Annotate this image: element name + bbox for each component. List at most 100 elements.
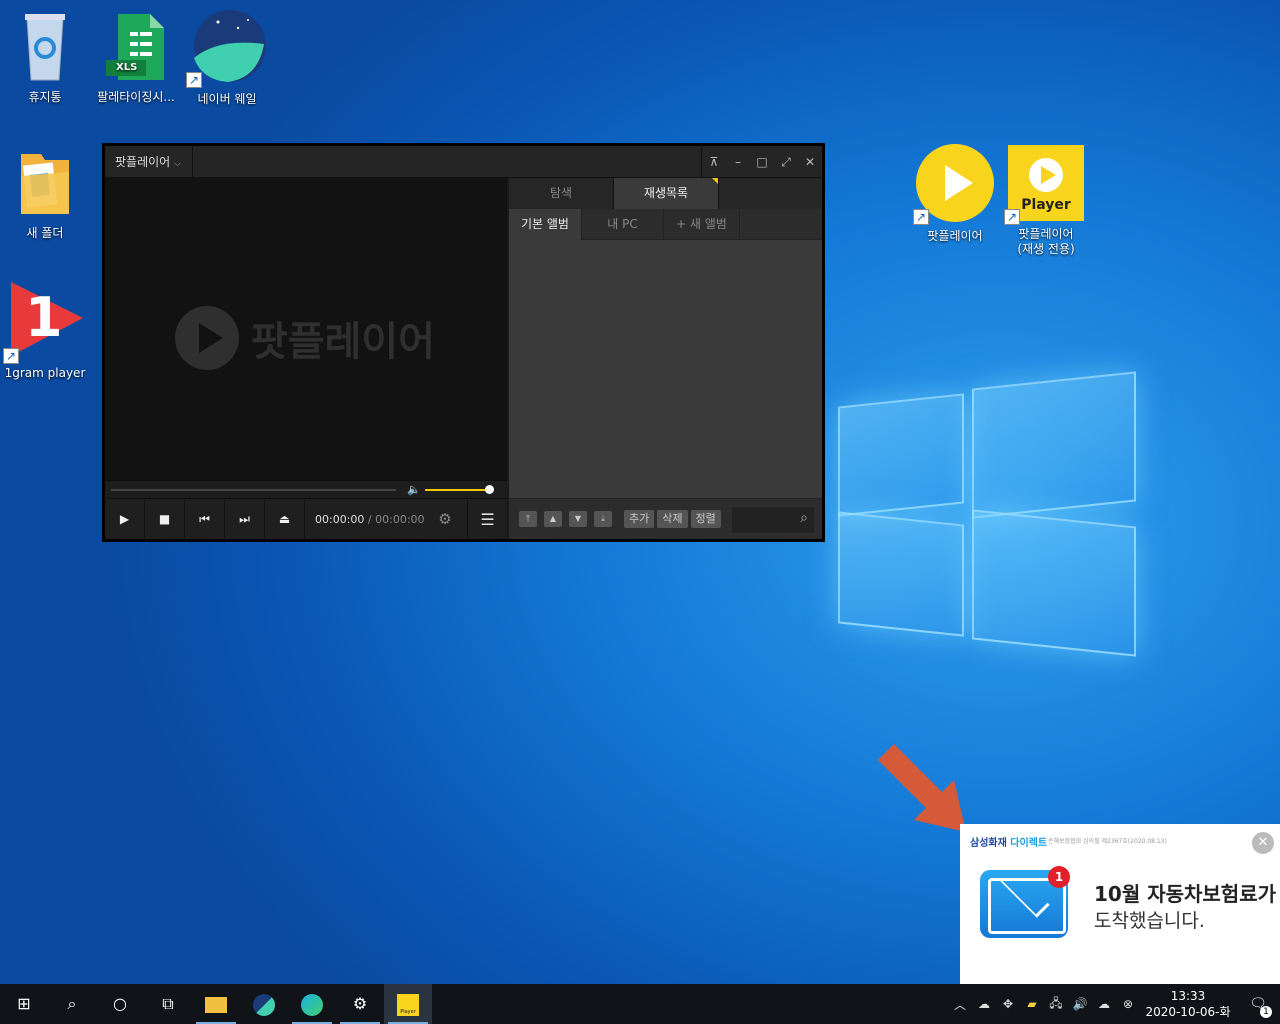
playlist-search-input[interactable]: ⌕: [732, 507, 814, 533]
search-icon[interactable]: ⌕: [48, 984, 96, 1024]
desktop-icon-xls-file[interactable]: XLS 팔레타이징시...: [88, 10, 184, 105]
play-icon[interactable]: ▶: [105, 498, 145, 540]
cloud-upload-icon[interactable]: ☁: [1092, 997, 1116, 1011]
time-total: 00:00:00: [375, 512, 425, 526]
cortana-icon[interactable]: ○: [96, 984, 144, 1024]
notification-brand: 삼성화재 다이렉트: [970, 838, 1048, 849]
time-separator: /: [367, 512, 372, 526]
move-bottom-icon[interactable]: ⤓: [594, 511, 612, 527]
file-explorer-icon[interactable]: [192, 984, 240, 1024]
seek-bar[interactable]: [111, 489, 396, 491]
desktop-icon-label: 휴지통: [28, 90, 62, 104]
control-bar: ▶ ■ ⏮ ⏭ ⏏ 00:00:00 / 00:00:00 ⚙ ☰: [105, 498, 507, 540]
network-icon[interactable]: 🖧: [1044, 994, 1068, 1015]
sticky-notes-icon[interactable]: ▰: [1020, 997, 1044, 1011]
time-current: 00:00:00: [315, 512, 365, 526]
tab-my-pc[interactable]: 내 PC: [582, 209, 664, 240]
stop-icon[interactable]: ■: [145, 498, 185, 540]
potplayer-window: 팟플레이어 ⌵ ⊼ – □ ⤢ ✕ 팟플레이어 🔈 ▶ ■ ⏮ ⏭ ⏏ 00:0…: [102, 143, 825, 542]
album-tabs: 기본 앨범 내 PC + 새 앨범: [509, 209, 822, 240]
chevron-down-icon: ⌵: [174, 158, 181, 169]
pin-icon[interactable]: ⊼: [702, 146, 726, 178]
add-button[interactable]: 추가: [624, 510, 655, 528]
previous-icon[interactable]: ⏮: [185, 498, 225, 540]
settings-gear-icon[interactable]: ⚙: [336, 984, 384, 1024]
notification-fine-print: 손해보험협회 심의필 제2367호(2020.08.13): [1048, 838, 1167, 845]
watermark-text: 팟플레이어: [251, 319, 435, 365]
delete-button[interactable]: 삭제: [657, 510, 688, 528]
desktop-icon-label: 팟플레이어: [927, 229, 983, 243]
clock[interactable]: 13:33 2020-10-06-화: [1140, 988, 1236, 1020]
xls-badge: XLS: [116, 62, 138, 73]
eject-icon[interactable]: ⏏: [265, 498, 305, 540]
volume-slider[interactable]: [425, 489, 489, 491]
close-icon[interactable]: ✕: [1252, 832, 1274, 854]
tab-explore[interactable]: 탐색: [509, 178, 614, 209]
app-name: 팟플레이어: [115, 154, 171, 169]
tab-basic-album[interactable]: 기본 앨범: [509, 209, 582, 240]
app-menu-button[interactable]: 팟플레이어 ⌵: [105, 145, 193, 178]
title-bar: 팟플레이어 ⌵ ⊼ – □ ⤢ ✕: [105, 145, 822, 178]
tab-new-album[interactable]: + 새 앨범: [664, 209, 740, 240]
tab-playlist[interactable]: 재생목록: [614, 178, 719, 209]
windows-logo-wallpaper: [838, 360, 1138, 665]
playlist-panel: 탐색 재생목록 기본 앨범 내 PC + 새 앨범 ⤒ ▲ ▼ ⤓ 추가 삭제 …: [509, 178, 822, 539]
clock-date: 2020-10-06-화: [1145, 1005, 1231, 1019]
desktop-icon-recycle-bin[interactable]: 휴지통: [0, 8, 93, 105]
pointer-arrow-icon: [878, 744, 966, 832]
move-down-icon[interactable]: ▼: [569, 511, 587, 527]
time-display: 00:00:00 / 00:00:00: [315, 513, 425, 526]
clock-time: 13:33: [1170, 989, 1206, 1003]
desktop-icon-label: 1gram player: [4, 366, 86, 380]
task-view-icon[interactable]: ⧉: [144, 984, 192, 1024]
mail-badge: 1: [1048, 866, 1070, 888]
taskbar: ⊞ ⌕ ○ ⧉ ⚙ Player ︿ ☁ ✥ ▰ 🖧 🔊 ☁ ⊗ 13:33 2…: [0, 984, 1280, 1024]
taskbar-player-label: Player: [400, 1008, 416, 1015]
chevron-up-icon[interactable]: ︿: [948, 996, 972, 1013]
shortcut-arrow-icon: ↗: [186, 72, 202, 88]
notification-line1: 10월 자동차보험료가: [1094, 882, 1276, 906]
search-icon[interactable]: ⌕: [800, 510, 808, 526]
maximize-icon[interactable]: □: [750, 146, 774, 178]
playlist-toolbar: ⤒ ▲ ▼ ⤓ 추가 삭제 정렬 ⌕: [509, 498, 822, 539]
desktop-icon-label: 팟플레이어 (재생 전용): [1017, 227, 1075, 256]
volume-icon[interactable]: 🔈: [407, 483, 421, 496]
play-circle-icon: [175, 306, 239, 370]
fullscreen-icon[interactable]: ⤢: [774, 146, 798, 178]
windows-start-icon[interactable]: ⊞: [0, 984, 48, 1024]
menu-icon[interactable]: ☰: [467, 499, 507, 540]
naver-whale-taskbar-icon[interactable]: [240, 984, 288, 1024]
desktop-icon-potplayer-play-only[interactable]: Player ↗ 팟플레이어 (재생 전용): [998, 143, 1094, 257]
speaker-icon[interactable]: 🔊: [1068, 997, 1092, 1011]
next-icon[interactable]: ⏭: [225, 498, 265, 540]
gear-icon[interactable]: ⚙: [433, 499, 457, 540]
shortcut-arrow-icon: ↗: [913, 209, 929, 225]
action-center-icon[interactable]: 🗨 1: [1236, 996, 1280, 1018]
shortcut-arrow-icon: ↗: [3, 348, 19, 364]
close-icon[interactable]: ✕: [798, 146, 822, 178]
desktop-icon-label: 새 폴더: [26, 226, 64, 240]
desktop-icon-label: 팔레타이징시...: [97, 90, 175, 104]
circle-x-icon[interactable]: ⊗: [1116, 997, 1140, 1011]
action-center-count: 1: [1260, 1006, 1272, 1018]
desktop-icon-label: 네이버 웨일: [197, 92, 257, 106]
video-area[interactable]: 팟플레이어: [105, 178, 507, 480]
move-up-icon[interactable]: ▲: [544, 511, 562, 527]
desktop-icon-potplayer[interactable]: ↗ 팟플레이어: [907, 143, 1003, 244]
edge-icon[interactable]: [288, 984, 336, 1024]
desktop-icon-1gram-player[interactable]: 1 ↗ 1gram player: [0, 278, 93, 380]
minimize-icon[interactable]: –: [726, 146, 750, 178]
volume-knob[interactable]: [485, 485, 494, 494]
sort-button[interactable]: 정렬: [690, 510, 721, 528]
move-top-icon[interactable]: ⤒: [519, 511, 537, 527]
potplayer-taskbar-icon[interactable]: Player: [384, 984, 432, 1024]
1gram-mark: 1: [25, 286, 63, 349]
desktop-icon-new-folder[interactable]: 새 폴더: [0, 146, 93, 241]
onedrive-icon[interactable]: ☁: [972, 997, 996, 1011]
panel-tabs: 탐색 재생목록: [509, 178, 822, 209]
system-tray: ︿ ☁ ✥ ▰ 🖧 🔊 ☁ ⊗ 13:33 2020-10-06-화 🗨 1: [948, 984, 1280, 1024]
ad-notification[interactable]: 삼성화재 다이렉트 손해보험협회 심의필 제2367호(2020.08.13) …: [960, 824, 1280, 984]
dropbox-icon[interactable]: ✥: [996, 997, 1020, 1011]
desktop-icon-naver-whale[interactable]: ↗ 네이버 웨일: [179, 8, 275, 107]
seek-row: 🔈: [105, 480, 507, 498]
